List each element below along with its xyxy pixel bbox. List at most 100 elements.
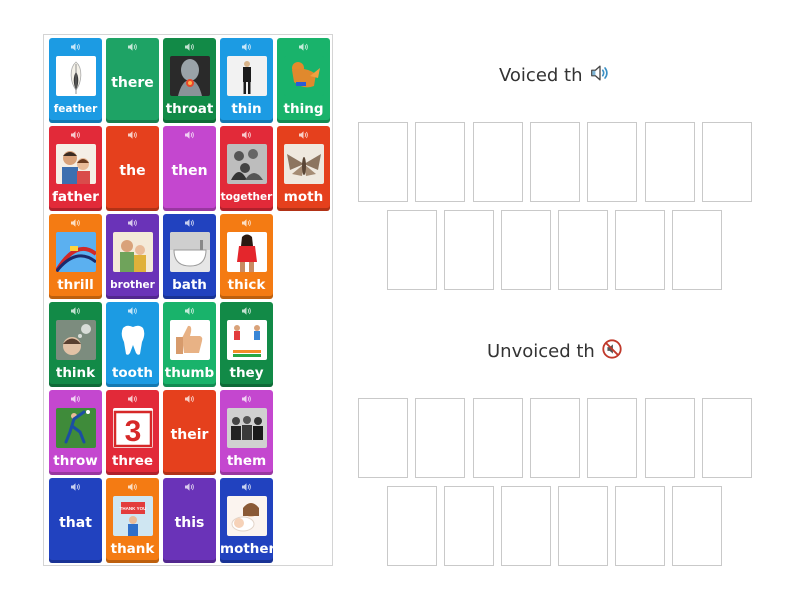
word-card-thank[interactable]: THANK YOU thank <box>106 478 159 563</box>
speaker-icon[interactable] <box>49 42 102 52</box>
card-word: thrill <box>57 277 94 293</box>
thumb-picture <box>170 320 210 360</box>
speaker-icon[interactable] <box>106 482 159 492</box>
drop-slot[interactable] <box>587 398 638 478</box>
drop-slot[interactable] <box>472 122 523 202</box>
together-picture <box>227 144 267 184</box>
speaker-icon[interactable] <box>220 42 273 52</box>
word-card-think[interactable]: think <box>49 302 102 387</box>
word-card-this[interactable]: this <box>163 478 216 563</box>
drop-slot[interactable] <box>444 486 494 566</box>
word-card-thing[interactable]: thing <box>277 38 330 123</box>
word-card-father[interactable]: father <box>49 126 102 211</box>
speaker-icon[interactable] <box>49 218 102 228</box>
them-picture <box>227 408 267 448</box>
drop-slot[interactable] <box>444 210 494 290</box>
drop-slot[interactable] <box>358 122 408 202</box>
card-word: there <box>111 75 154 91</box>
card-word: three <box>111 453 154 469</box>
speaker-icon[interactable] <box>49 306 102 316</box>
drop-slot[interactable] <box>672 210 722 290</box>
word-card-bath[interactable]: bath <box>163 214 216 299</box>
feather-picture <box>56 56 96 96</box>
speaker-icon[interactable] <box>163 394 216 404</box>
word-card-they[interactable]: they <box>220 302 273 387</box>
drop-slot[interactable] <box>644 122 695 202</box>
speaker-icon[interactable] <box>106 306 159 316</box>
speaker-icon[interactable] <box>49 130 102 140</box>
word-card-the[interactable]: the <box>106 126 159 211</box>
card-word: then <box>171 163 208 179</box>
word-card-together[interactable]: together <box>220 126 273 211</box>
word-card-three[interactable]: 3 three <box>106 390 159 475</box>
drop-slot[interactable] <box>701 122 752 202</box>
drop-slot[interactable] <box>701 398 752 478</box>
card-word: thumb <box>164 365 215 381</box>
card-word: mother <box>220 541 276 557</box>
drop-slot[interactable] <box>415 122 466 202</box>
speaker-icon[interactable] <box>220 130 273 140</box>
word-card-thick[interactable]: thick <box>220 214 273 299</box>
drop-slot[interactable] <box>501 210 551 290</box>
speaker-icon[interactable] <box>106 394 159 404</box>
word-card-throat[interactable]: throat <box>163 38 216 123</box>
drop-slot[interactable] <box>644 398 695 478</box>
speaker-icon[interactable] <box>163 482 216 492</box>
speaker-icon[interactable] <box>49 394 102 404</box>
speaker-icon[interactable] <box>163 130 216 140</box>
card-word: moth <box>283 189 324 205</box>
drop-slot[interactable] <box>558 486 608 566</box>
speaker-icon[interactable] <box>106 130 159 140</box>
drop-slot[interactable] <box>529 398 580 478</box>
drop-slot[interactable] <box>472 398 523 478</box>
drop-slot[interactable] <box>672 486 722 566</box>
card-word: think <box>55 365 96 381</box>
speaker-icon[interactable] <box>220 306 273 316</box>
speaker-icon[interactable] <box>220 482 273 492</box>
drop-slot[interactable] <box>615 486 665 566</box>
drop-slot[interactable] <box>615 210 665 290</box>
speaker-icon[interactable] <box>163 306 216 316</box>
drop-slot[interactable] <box>415 398 466 478</box>
drop-slot[interactable] <box>358 398 408 478</box>
word-card-thrill[interactable]: thrill <box>49 214 102 299</box>
speaker-icon[interactable] <box>277 130 330 140</box>
word-card-thin[interactable]: thin <box>220 38 273 123</box>
speaker-icon[interactable] <box>49 482 102 492</box>
speaker-icon[interactable] <box>220 394 273 404</box>
word-card-then[interactable]: then <box>163 126 216 211</box>
drop-slot[interactable] <box>587 122 638 202</box>
card-word: tooth <box>111 365 154 381</box>
speaker-icon[interactable] <box>106 42 159 52</box>
drop-slot[interactable] <box>558 210 608 290</box>
word-card-brother[interactable]: brother <box>106 214 159 299</box>
drop-slot[interactable] <box>501 486 551 566</box>
unvoiced-heading: Unvoiced th <box>487 338 623 365</box>
throw-picture <box>56 408 96 448</box>
word-card-moth[interactable]: moth <box>277 126 330 211</box>
speaker-icon[interactable] <box>163 218 216 228</box>
unvoiced-title: Unvoiced th <box>487 341 595 362</box>
word-card-their[interactable]: their <box>163 390 216 475</box>
card-word: that <box>59 515 92 531</box>
word-card-tooth[interactable]: tooth <box>106 302 159 387</box>
drop-slot[interactable] <box>387 486 437 566</box>
speaker-icon[interactable] <box>277 42 330 52</box>
thick-picture <box>227 232 267 272</box>
speaker-icon[interactable] <box>220 218 273 228</box>
word-card-thumb[interactable]: thumb <box>163 302 216 387</box>
drop-slot[interactable] <box>387 210 437 290</box>
word-card-that[interactable]: that <box>49 478 102 563</box>
word-card-throw[interactable]: throw <box>49 390 102 475</box>
drop-slot[interactable] <box>529 122 580 202</box>
speaker-icon[interactable] <box>163 42 216 52</box>
card-word: they <box>229 365 264 381</box>
speaker-on-icon[interactable] <box>589 62 611 89</box>
word-card-them[interactable]: them <box>220 390 273 475</box>
word-card-mother[interactable]: mother <box>220 478 276 563</box>
word-card-there[interactable]: there <box>106 38 159 123</box>
word-card-feather[interactable]: feather <box>49 38 102 123</box>
card-panel: feather there throat thin thing father the… <box>43 34 333 566</box>
speaker-muted-icon[interactable] <box>601 338 623 365</box>
speaker-icon[interactable] <box>106 218 159 228</box>
